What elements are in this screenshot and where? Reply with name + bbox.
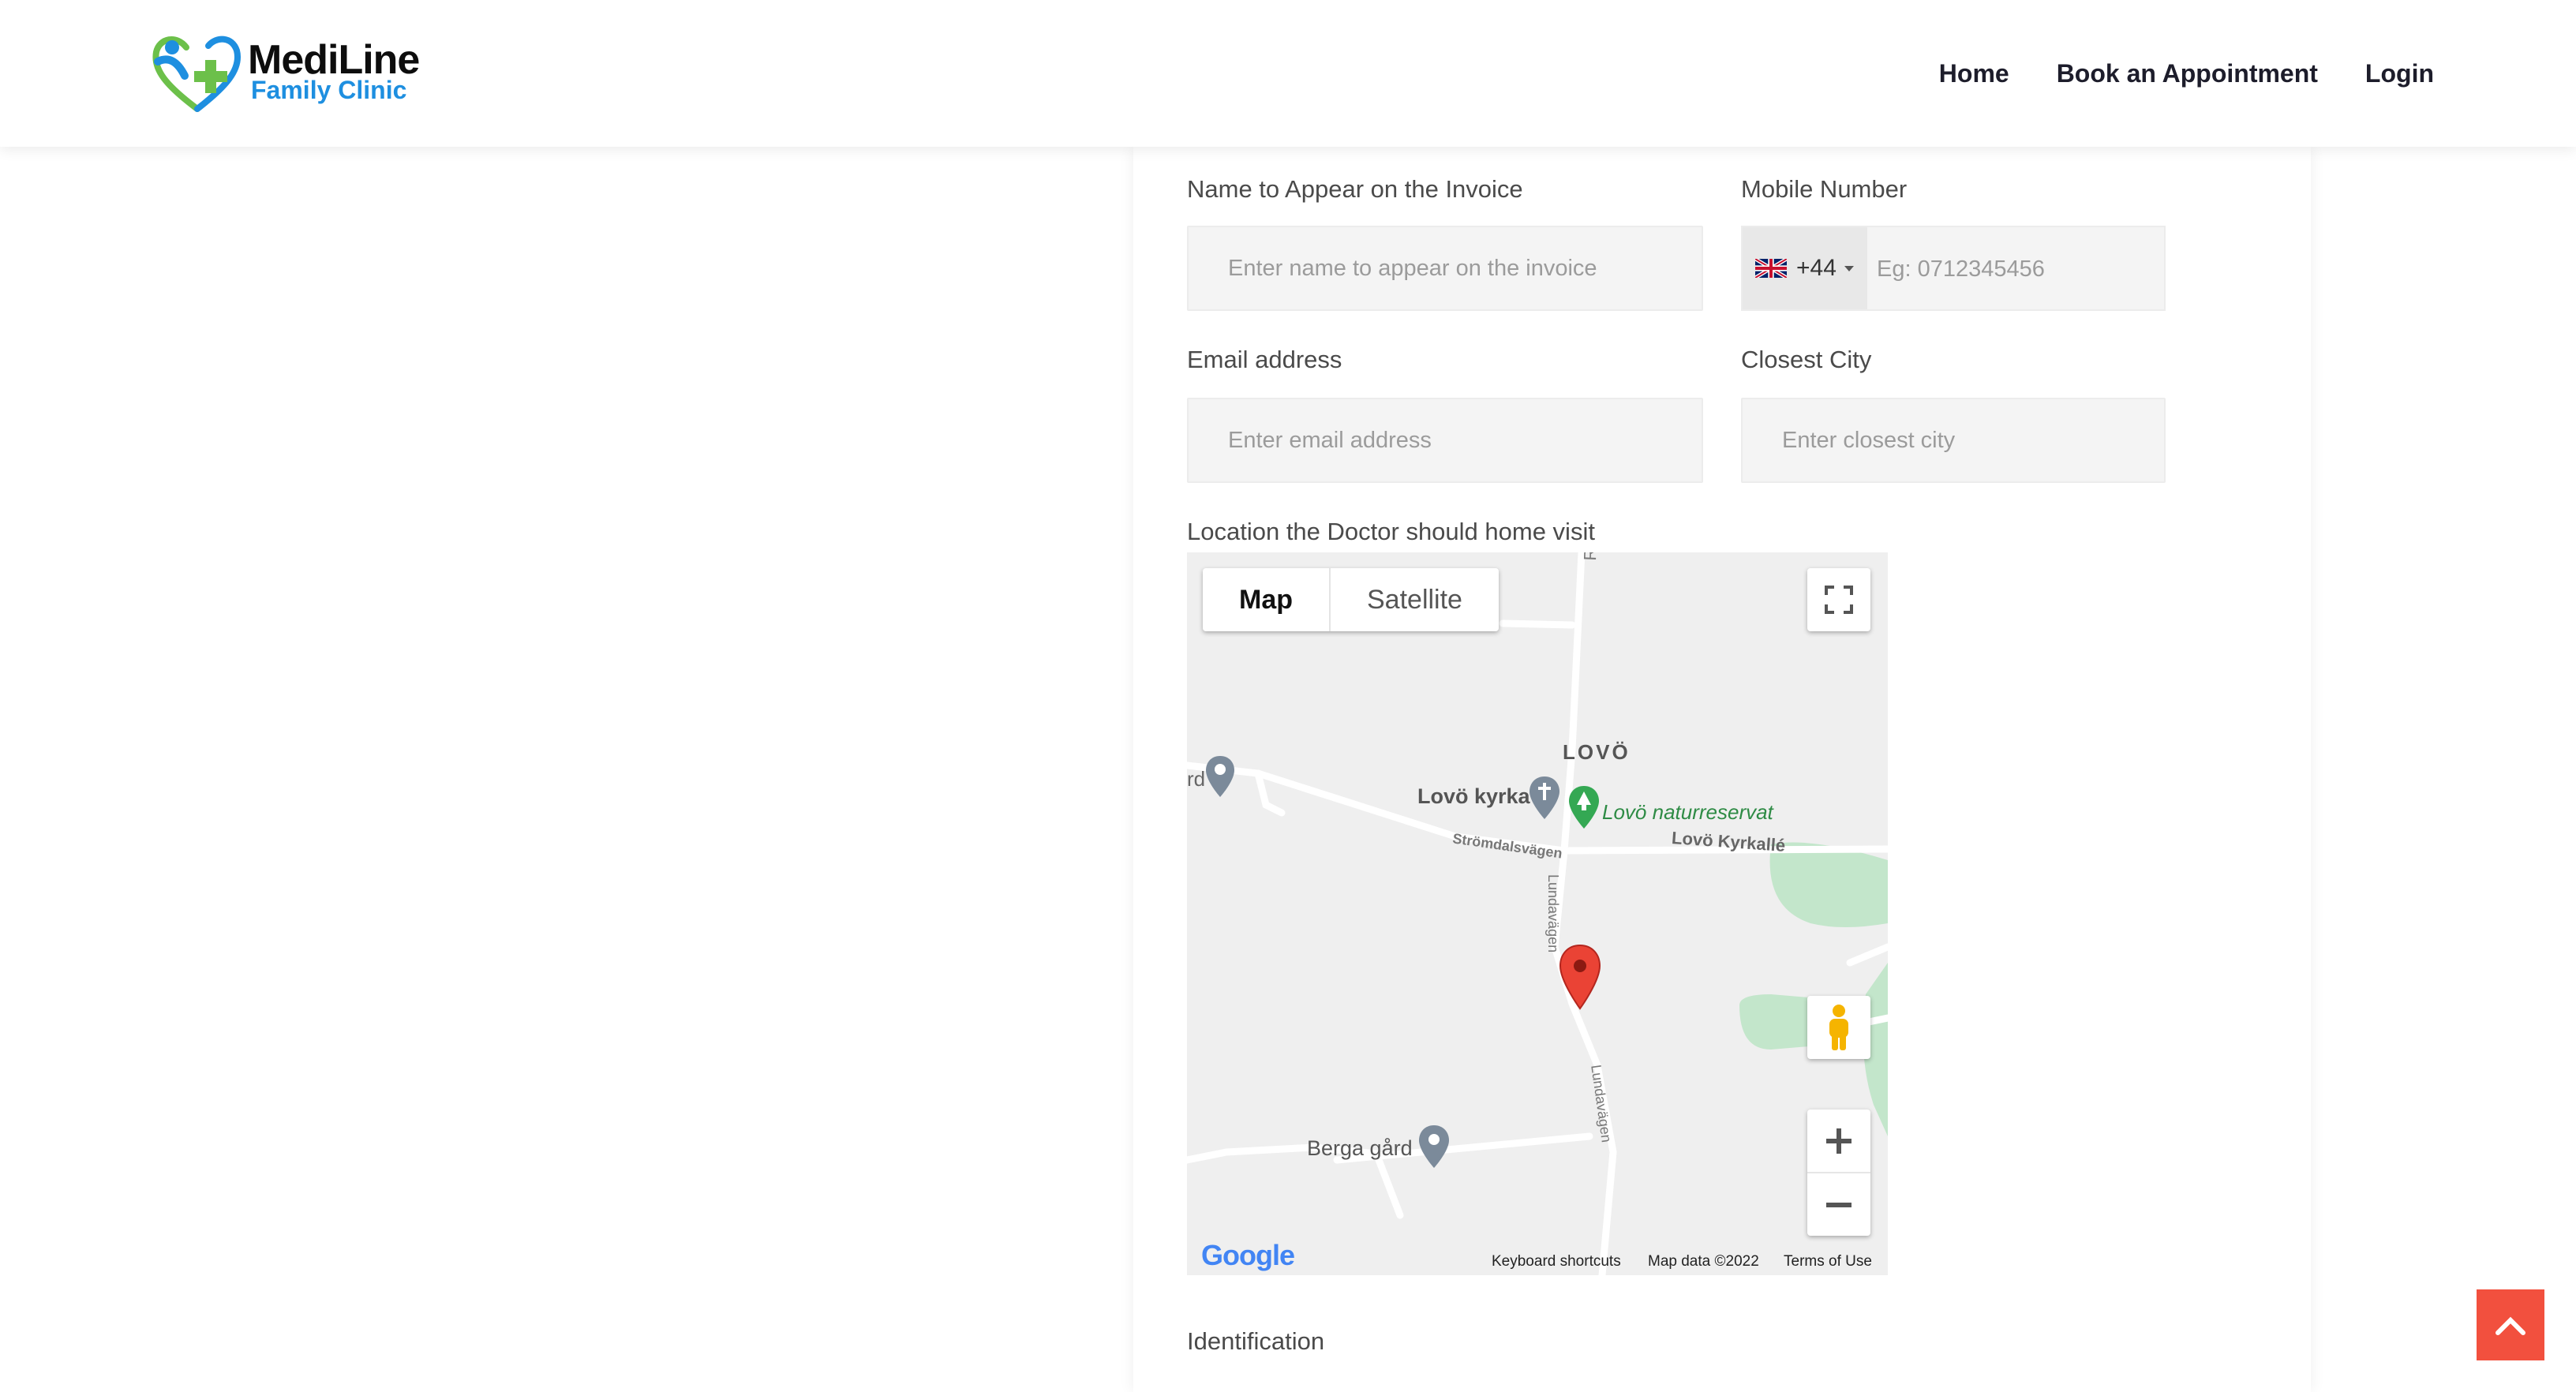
identification-label: Identification <box>1187 1327 1325 1355</box>
fullscreen-icon <box>1825 586 1853 614</box>
email-label: Email address <box>1187 346 1342 373</box>
nav-home[interactable]: Home <box>1939 59 2009 88</box>
logo-heart-icon <box>152 36 241 112</box>
keyboard-shortcuts-link[interactable]: Keyboard shortcuts <box>1492 1253 1621 1270</box>
mobile-number-input[interactable] <box>1867 227 2175 311</box>
back-to-top-button[interactable] <box>2477 1289 2544 1360</box>
invoice-name-input[interactable] <box>1187 226 1703 311</box>
uk-flag-icon <box>1755 259 1787 278</box>
brand-logo[interactable]: MediLine Family Clinic <box>150 30 420 115</box>
terms-of-use-link[interactable]: Terms of Use <box>1784 1253 1872 1270</box>
location-map[interactable]: Map Satellite Rört LOVÖ rd Lovö kyrka Lo… <box>1187 552 1888 1275</box>
place-label-berga-gard: Berga gård <box>1307 1136 1413 1160</box>
place-label-naturreservat: Lovö naturreservat <box>1602 800 1773 824</box>
berga-pin-icon[interactable] <box>1417 1124 1451 1169</box>
google-logo: Google <box>1201 1239 1295 1271</box>
road-label-lundavagen-1: Lundavägen <box>1545 874 1561 953</box>
map-type-control: Map Satellite <box>1203 568 1499 631</box>
zoom-control <box>1807 1109 1870 1236</box>
zoom-in-button[interactable] <box>1807 1109 1870 1173</box>
road-label-rort: Rört <box>1580 552 1601 561</box>
zoom-out-button[interactable] <box>1807 1173 1870 1236</box>
mobile-number-label: Mobile Number <box>1741 175 1908 203</box>
chevron-up-icon <box>2496 1316 2525 1335</box>
site-header: MediLine Family Clinic Home Book an Appo… <box>0 0 2576 147</box>
brand-subtitle: Family Clinic <box>251 76 407 104</box>
email-input[interactable] <box>1187 398 1703 483</box>
place-label-lovo-kyrka: Lovö kyrka <box>1417 784 1530 808</box>
church-pin-icon[interactable] <box>1528 775 1561 821</box>
closest-city-label: Closest City <box>1741 346 1872 373</box>
minus-icon <box>1826 1202 1852 1207</box>
map-type-map-button[interactable]: Map <box>1203 568 1329 631</box>
plus-icon <box>1826 1128 1852 1154</box>
map-roads <box>1187 552 1888 1275</box>
map-attribution-bar: Google Keyboard shortcuts Map data ©2022… <box>1187 1239 1888 1275</box>
nav-book-appointment[interactable]: Book an Appointment <box>2057 59 2318 88</box>
partial-place-label: rd <box>1187 767 1206 791</box>
pegman-icon <box>1829 1005 1848 1050</box>
main-nav: Home Book an Appointment Login <box>1939 0 2434 147</box>
country-code-select[interactable]: +44 <box>1743 227 1867 309</box>
dial-code: +44 <box>1796 255 1837 281</box>
map-data-text: Map data ©2022 <box>1648 1253 1759 1270</box>
street-view-pegman[interactable] <box>1807 996 1870 1059</box>
place-pin-icon[interactable] <box>1204 754 1236 799</box>
location-marker-icon[interactable] <box>1558 944 1602 1010</box>
park-pin-icon[interactable] <box>1567 784 1601 830</box>
invoice-name-label: Name to Appear on the Invoice <box>1187 175 1523 203</box>
caret-down-icon <box>1844 265 1854 271</box>
place-label-lovo: LOVÖ <box>1563 740 1631 764</box>
nav-login[interactable]: Login <box>2365 59 2434 88</box>
location-label: Location the Doctor should home visit <box>1187 518 1595 545</box>
map-type-satellite-button[interactable]: Satellite <box>1329 568 1499 631</box>
closest-city-input[interactable] <box>1741 398 2166 483</box>
mobile-number-field: +44 <box>1741 226 2175 311</box>
fullscreen-button[interactable] <box>1807 568 1870 631</box>
